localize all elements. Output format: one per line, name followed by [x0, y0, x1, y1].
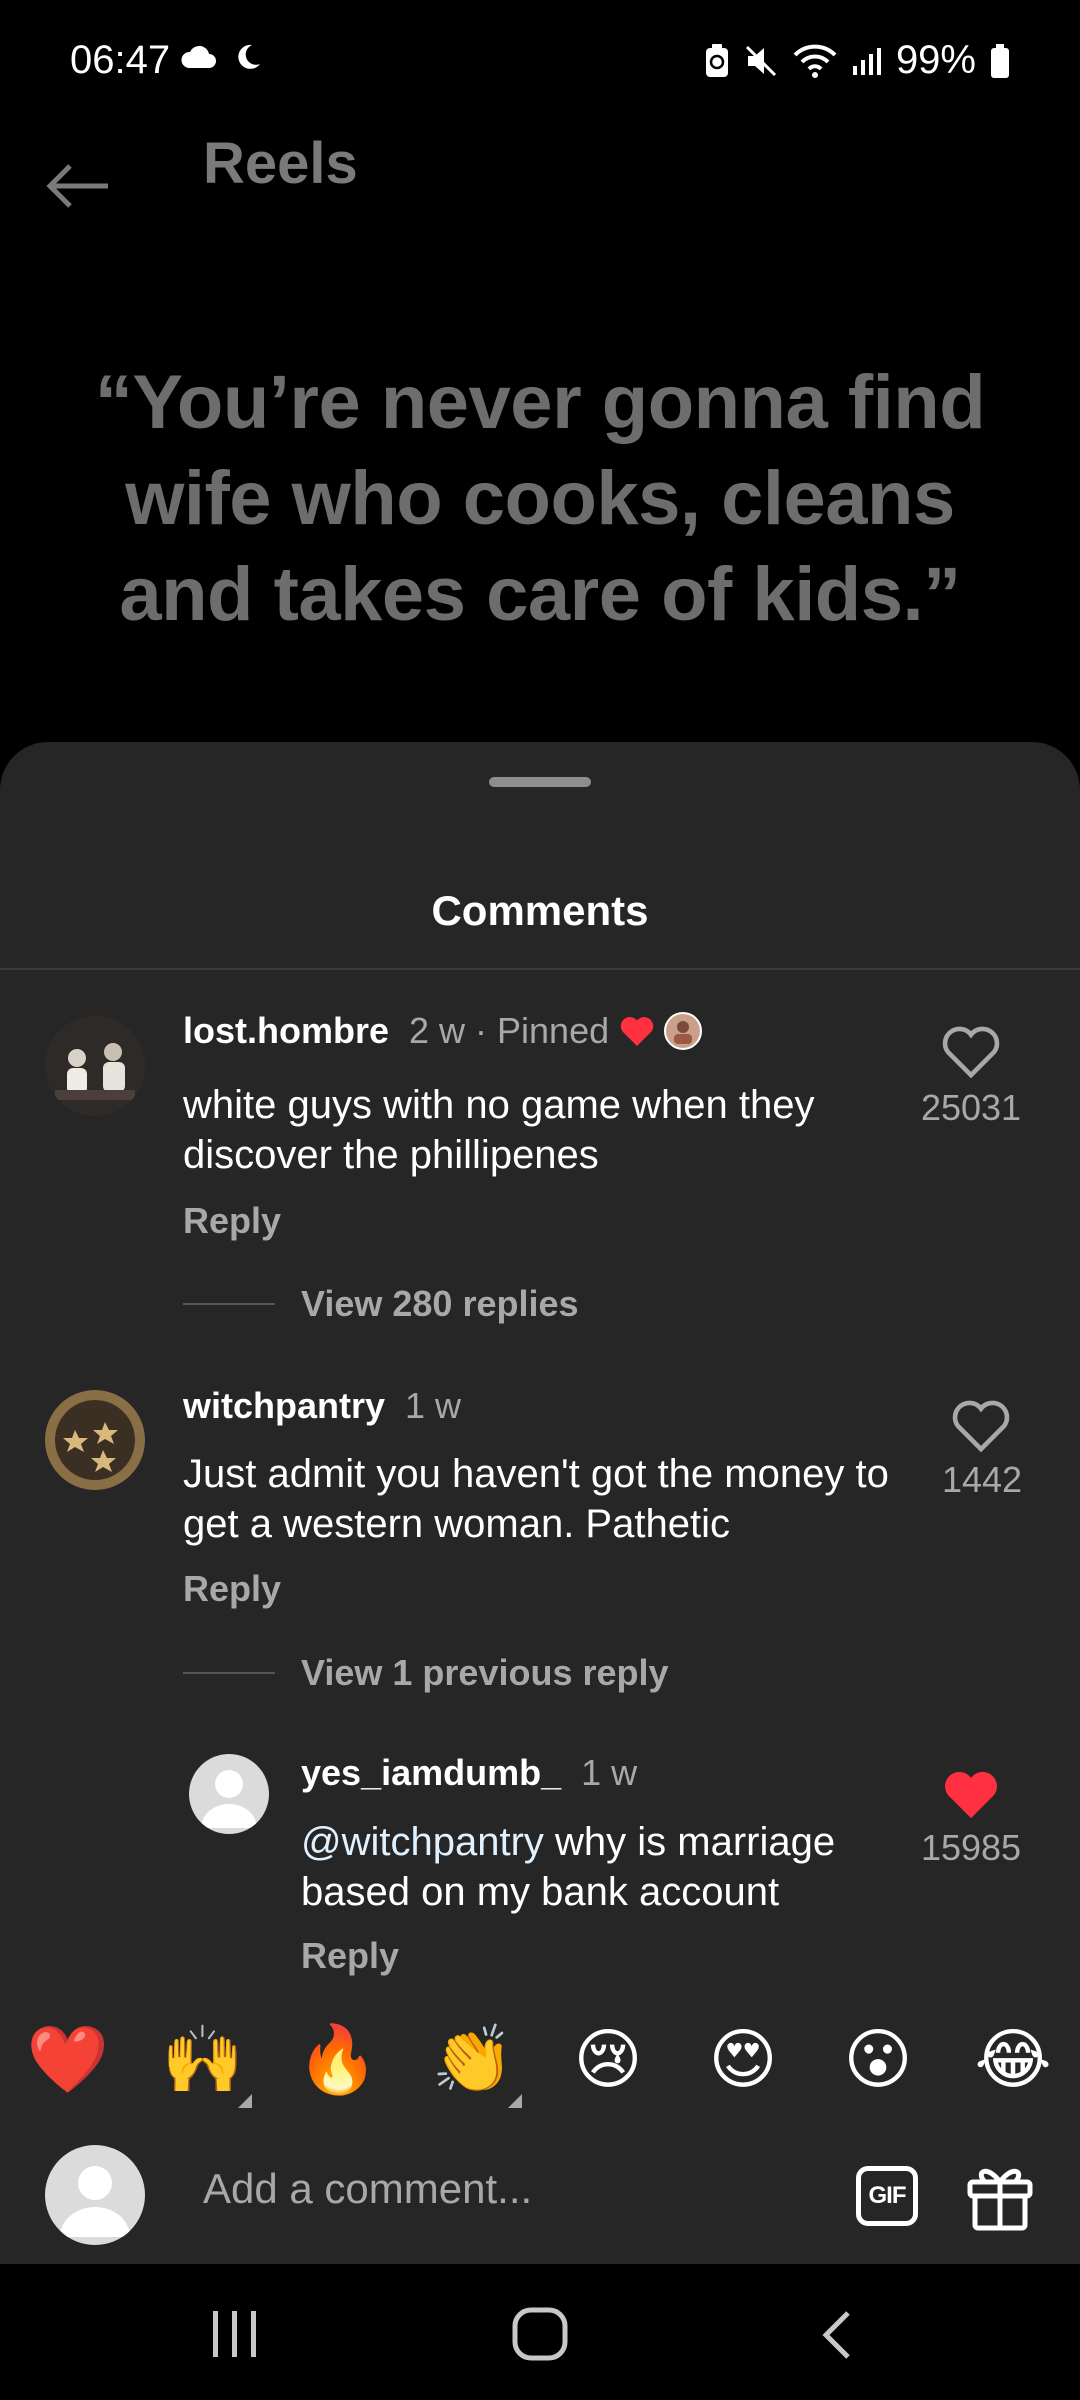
cloud-icon — [181, 45, 216, 68]
back-arrow-icon[interactable] — [44, 138, 114, 208]
like-count: 1442 — [941, 1459, 1023, 1500]
mention-link[interactable]: @witchpantry — [301, 1820, 544, 1864]
reply-button[interactable]: Reply — [183, 1568, 281, 1610]
comment-meta: 1 w — [405, 1385, 462, 1426]
divider — [0, 968, 1080, 970]
mute-icon — [745, 45, 776, 76]
avatar-photo — [45, 1390, 145, 1490]
avatar[interactable] — [45, 1016, 145, 1116]
like-count: 25031 — [920, 1087, 1022, 1128]
page-title: Reels — [203, 131, 358, 196]
view-replies-button[interactable]: View 1 previous reply — [183, 1652, 669, 1694]
wifi-icon — [793, 44, 837, 78]
like-heart-icon[interactable] — [941, 1024, 1001, 1080]
comment-text: @witchpantry why is marriage based on my… — [301, 1817, 901, 1917]
reel-quote: “You’re never gonna find wife who cooks,… — [0, 355, 1080, 643]
reply-button[interactable]: Reply — [301, 1935, 399, 1977]
view-replies-label: View 1 previous reply — [301, 1652, 669, 1693]
back-nav-icon[interactable] — [818, 2309, 858, 2361]
system-nav-bar — [0, 2264, 1080, 2400]
default-avatar-icon — [201, 1770, 257, 1828]
reel-quote-line: and takes care of kids.” — [119, 552, 961, 637]
default-avatar-icon — [60, 2166, 130, 2237]
like-heart-icon[interactable] — [951, 1398, 1011, 1454]
moon-icon — [238, 44, 260, 69]
comment-meta: 2 w · Pinned — [409, 1010, 610, 1051]
view-replies-button[interactable]: View 280 replies — [183, 1283, 579, 1325]
divider-line — [183, 1303, 275, 1305]
comment-input[interactable]: Add a comment... — [203, 2165, 532, 2213]
comment-username[interactable]: witchpantry — [183, 1385, 385, 1427]
battery-percent: 99% — [895, 38, 976, 82]
reels-header: Reels — [0, 120, 1080, 220]
emoji-heart-eyes[interactable]: 😍 — [693, 2010, 793, 2110]
emoji-surprised[interactable]: 😮 — [828, 2010, 928, 2110]
my-avatar — [45, 2145, 145, 2245]
sheet-title: Comments — [431, 887, 649, 934]
emoji-crying[interactable]: 😢 — [558, 2010, 658, 2110]
avatar[interactable] — [45, 1390, 145, 1490]
emoji-fire[interactable]: 🔥 — [288, 2010, 388, 2110]
status-time: 06:47 — [70, 38, 171, 82]
like-heart-filled-icon[interactable] — [941, 1767, 1001, 1823]
view-replies-label: View 280 replies — [301, 1283, 579, 1324]
emoji-laughing[interactable]: 😂 — [963, 2010, 1063, 2110]
comment-username[interactable]: lost.hombre — [183, 1010, 389, 1052]
comment-composer: Add a comment... GIF — [0, 2140, 1080, 2250]
signal-icon — [852, 47, 881, 75]
skin-tone-indicator — [238, 2094, 252, 2108]
creator-avatar-icon — [664, 1012, 703, 1050]
reel-quote-line: wife who cooks, cleans — [125, 456, 955, 541]
comment-text: Just admit you haven't got the money to … — [183, 1452, 889, 1546]
divider-line — [183, 1672, 275, 1674]
battery-icon — [991, 43, 1009, 78]
comment-meta: 1 w — [581, 1752, 638, 1793]
home-icon[interactable] — [510, 2306, 570, 2362]
comment-username[interactable]: yes_iamdumb_ — [301, 1752, 561, 1794]
comment-text: white guys with no game when they discov… — [183, 1083, 815, 1177]
avatar[interactable] — [189, 1754, 269, 1834]
avatar-photo — [45, 1016, 145, 1116]
skin-tone-indicator — [508, 2094, 522, 2108]
emoji-reaction-bar: ❤️ 🙌 🔥 👏 😢 😍 😮 😂 — [0, 2010, 1080, 2110]
heart-icon — [620, 1017, 654, 1046]
status-bar: 06:47 99% — [0, 0, 1080, 120]
drag-handle[interactable] — [489, 777, 591, 787]
gift-icon[interactable] — [965, 2160, 1035, 2232]
recent-apps-icon[interactable] — [205, 2309, 265, 2359]
gif-button[interactable]: GIF — [856, 2166, 918, 2226]
like-count: 15985 — [920, 1827, 1022, 1868]
reply-button[interactable]: Reply — [183, 1200, 281, 1242]
reel-quote-line: “You’re never gonna find — [94, 360, 986, 445]
emoji-heart[interactable]: ❤️ — [18, 2010, 118, 2110]
battery-saver-icon — [705, 43, 728, 77]
